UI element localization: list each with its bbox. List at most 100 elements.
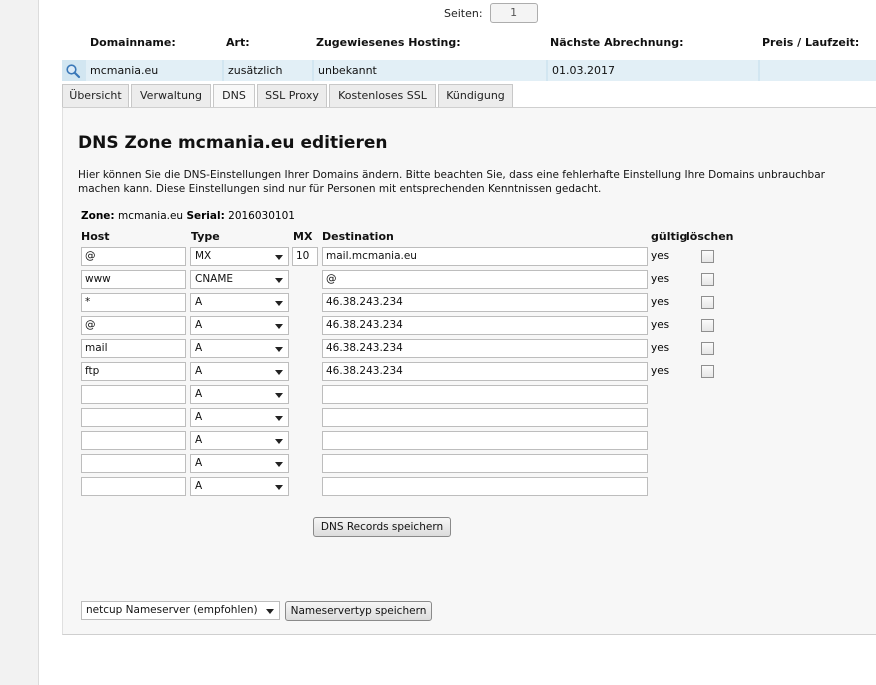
nameserver-select-value: netcup Nameserver (empfohlen)	[86, 604, 258, 616]
host-input[interactable]	[81, 385, 186, 404]
type-select-value: A	[195, 457, 203, 469]
host-input[interactable]: @	[81, 316, 186, 335]
type-select-value: CNAME	[195, 273, 234, 285]
type-select-value: A	[195, 342, 203, 354]
type-select-value: A	[195, 296, 203, 308]
page-number-input[interactable]: 1	[489, 3, 538, 23]
chevron-down-icon	[275, 324, 283, 329]
column-header-abrechnung: Nächste Abrechnung:	[550, 36, 684, 49]
delete-checkbox[interactable]	[701, 365, 714, 378]
destination-input[interactable]: 46.38.243.234	[322, 316, 648, 335]
zone-info: Zone: mcmania.eu Serial: 2016030101	[81, 210, 295, 222]
column-header-art: Art:	[226, 36, 250, 49]
header-destination: Destination	[322, 230, 394, 243]
host-input[interactable]	[81, 431, 186, 450]
destination-input[interactable]: 46.38.243.234	[322, 362, 648, 381]
tab-kostenloses-ssl[interactable]: Kostenloses SSL	[329, 84, 436, 108]
host-input[interactable]: mail	[81, 339, 186, 358]
host-input[interactable]	[81, 477, 186, 496]
chevron-down-icon	[266, 609, 274, 614]
page-title: DNS Zone mcmania.eu editieren	[78, 133, 388, 153]
mx-input[interactable]: 10	[292, 247, 318, 266]
pager-label: Seiten:	[444, 6, 483, 20]
zone-value: mcmania.eu	[117, 210, 184, 222]
host-input[interactable]	[81, 408, 186, 427]
valid-status: yes	[651, 342, 670, 354]
zone-label: Zone:	[81, 210, 115, 222]
valid-status: yes	[651, 250, 670, 262]
host-input[interactable]: *	[81, 293, 186, 312]
type-select[interactable]: A	[190, 385, 289, 404]
type-select-value: A	[195, 319, 203, 331]
tab-kuendigung[interactable]: Kündigung	[438, 84, 513, 108]
search-icon[interactable]	[65, 63, 81, 79]
domain-name-cell: mcmania.eu	[86, 60, 222, 81]
delete-checkbox[interactable]	[701, 342, 714, 355]
domain-row[interactable]: mcmania.eu zusätzlich unbekannt 01.03.20…	[62, 60, 876, 81]
destination-input[interactable]	[322, 454, 648, 473]
type-select-value: A	[195, 388, 203, 400]
tab-dns[interactable]: DNS	[213, 84, 255, 108]
chevron-down-icon	[275, 255, 283, 260]
header-type: Type	[191, 230, 220, 243]
type-select-value: A	[195, 411, 203, 423]
delete-checkbox[interactable]	[701, 250, 714, 263]
valid-status: yes	[651, 319, 670, 331]
type-select[interactable]: A	[190, 454, 289, 473]
type-select[interactable]: A	[190, 431, 289, 450]
tab-verwaltung[interactable]: Verwaltung	[131, 84, 211, 108]
pager: Seiten: 1	[444, 3, 538, 23]
nameserver-select[interactable]: netcup Nameserver (empfohlen)	[81, 601, 280, 620]
destination-input[interactable]	[322, 477, 648, 496]
tab-uebersicht[interactable]: Übersicht	[62, 84, 129, 108]
destination-input[interactable]: 46.38.243.234	[322, 293, 648, 312]
chevron-down-icon	[275, 485, 283, 490]
type-select[interactable]: MX	[190, 247, 289, 266]
valid-status: yes	[651, 296, 670, 308]
column-header-hosting: Zugewiesenes Hosting:	[316, 36, 461, 49]
header-mx: MX	[293, 230, 313, 243]
type-select[interactable]: A	[190, 408, 289, 427]
host-input[interactable]: @	[81, 247, 186, 266]
art-cell: zusätzlich	[224, 60, 312, 81]
hosting-cell: unbekannt	[314, 60, 546, 81]
valid-status: yes	[651, 365, 670, 377]
type-select[interactable]: CNAME	[190, 270, 289, 289]
column-header-preis: Preis / Laufzeit:	[762, 36, 860, 49]
valid-status: yes	[651, 273, 670, 285]
type-select-value: MX	[195, 250, 212, 262]
save-dns-records-button[interactable]: DNS Records speichern	[313, 517, 451, 537]
host-input[interactable]: www	[81, 270, 186, 289]
type-select-value: A	[195, 480, 203, 492]
destination-input[interactable]: 46.38.243.234	[322, 339, 648, 358]
destination-input[interactable]	[322, 431, 648, 450]
save-nameserver-type-button[interactable]: Nameservertyp speichern	[285, 601, 432, 621]
header-valid: gültig	[651, 230, 688, 243]
type-select-value: A	[195, 365, 203, 377]
left-sidebar	[0, 0, 39, 685]
chevron-down-icon	[275, 370, 283, 375]
type-select[interactable]: A	[190, 477, 289, 496]
abrechnung-cell: 01.03.2017	[548, 60, 758, 81]
chevron-down-icon	[275, 393, 283, 398]
chevron-down-icon	[275, 416, 283, 421]
chevron-down-icon	[275, 278, 283, 283]
destination-input[interactable]	[322, 385, 648, 404]
destination-input[interactable]	[322, 408, 648, 427]
chevron-down-icon	[275, 301, 283, 306]
tab-ssl-proxy[interactable]: SSL Proxy	[257, 84, 327, 108]
type-select[interactable]: A	[190, 339, 289, 358]
delete-checkbox[interactable]	[701, 296, 714, 309]
host-input[interactable]: ftp	[81, 362, 186, 381]
type-select[interactable]: A	[190, 316, 289, 335]
preis-cell	[760, 60, 876, 81]
type-select[interactable]: A	[190, 293, 289, 312]
type-select[interactable]: A	[190, 362, 289, 381]
destination-input[interactable]: mail.mcmania.eu	[322, 247, 648, 266]
delete-checkbox[interactable]	[701, 273, 714, 286]
host-input[interactable]	[81, 454, 186, 473]
destination-input[interactable]: @	[322, 270, 648, 289]
header-host: Host	[81, 230, 110, 243]
delete-checkbox[interactable]	[701, 319, 714, 332]
serial-label: Serial:	[186, 210, 225, 222]
